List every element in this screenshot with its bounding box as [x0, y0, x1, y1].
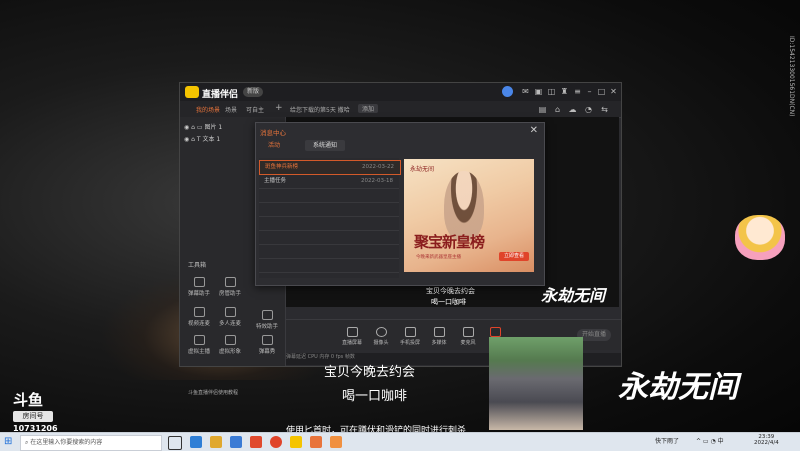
app-red-icon[interactable]: [250, 436, 262, 448]
tab-custom[interactable]: 可自主: [246, 105, 264, 114]
lock-icon[interactable]: ⌂: [553, 105, 562, 114]
clock[interactable]: 23:39 2022/4/4: [754, 434, 779, 446]
game-logo-preview: 永劫无间: [541, 286, 606, 305]
tab-my-scenes[interactable]: 我的场景: [196, 105, 220, 114]
preview-subtitle-1: 宝贝今晚去约会: [426, 287, 475, 295]
tool-virtual-anchor[interactable]: 虚拟主播: [186, 335, 212, 357]
file-explorer-icon[interactable]: [210, 436, 222, 448]
mail-icon[interactable]: ✉: [521, 87, 530, 96]
list-item[interactable]: 主播任务 2022-03-18: [259, 175, 399, 189]
add-scene-button[interactable]: +: [275, 103, 283, 113]
list-item: [259, 245, 399, 259]
tool-room-manager[interactable]: 房管助手: [217, 277, 243, 299]
scene-add-button[interactable]: 添加: [358, 104, 379, 113]
search-icon: ⌕: [25, 439, 29, 446]
subtitle-line-2: 喝一口咖啡: [342, 389, 408, 404]
control-media[interactable]: 多媒体: [429, 327, 449, 346]
tool-danmu-show[interactable]: 弹幕秀: [254, 335, 280, 357]
subtitle-line-1: 宝贝今晚去约会: [324, 365, 416, 380]
tool-danmu-helper[interactable]: 弹幕助手: [186, 277, 212, 299]
control-phone[interactable]: 手机投屏: [400, 327, 420, 346]
control-mic[interactable]: 麦克风: [458, 327, 478, 346]
layout-icon[interactable]: ▤: [538, 105, 547, 114]
clock-date: 2022/4/4: [754, 440, 779, 446]
close-icon[interactable]: ✕: [609, 87, 618, 96]
windows-start-icon[interactable]: ⊞: [4, 437, 14, 447]
banner-view-button[interactable]: 立即查看: [499, 252, 529, 261]
close-icon[interactable]: ✕: [530, 125, 538, 136]
control-screen[interactable]: 直播屏幕: [342, 327, 362, 346]
douyu-room-badge: 斗鱼 房间号 10731206: [13, 389, 58, 435]
share-icon[interactable]: ⇆: [600, 105, 609, 114]
edge-browser-icon[interactable]: [190, 436, 202, 448]
store-icon[interactable]: [230, 436, 242, 448]
cloud-icon[interactable]: ☁: [568, 105, 577, 114]
scene-row[interactable]: ◉ ⌂ T 文本 1: [184, 134, 220, 143]
tutorial-link[interactable]: 斗鱼直播伴侣使用教程: [188, 389, 238, 396]
cat-photo-overlay: [489, 337, 583, 430]
scene-tab-note: 给您下载的第5天 撒哈: [290, 107, 350, 114]
app-folder-icon[interactable]: [330, 436, 342, 448]
app-orange-icon[interactable]: [310, 436, 322, 448]
list-item[interactable]: 斑鱼神兵新榜 2022-03-22: [259, 160, 401, 175]
minimize-icon[interactable]: –: [585, 87, 594, 96]
windows-taskbar: ⊞ ⌕ 在这里输入你要搜索的内容 快下雨了 ^ ▭ ◔ 中 23:39 2022…: [0, 432, 800, 451]
notify-icon[interactable]: ◫: [547, 87, 556, 96]
game-logo-overlay: 永劫无间: [618, 370, 738, 405]
room-label: 房间号: [13, 411, 53, 422]
bell-icon[interactable]: ◔: [584, 105, 593, 114]
tab-scenes[interactable]: 场景: [225, 105, 237, 114]
list-item: [259, 189, 399, 203]
scene-tab-bar: 我的场景 场景 可自主 + 给您下载的第5天 撒哈 添加 ▤ ⌂ ☁ ◔ ⇆: [180, 101, 621, 118]
message-center-dialog: 消息中心 ✕ 活动 系统通知 斑鱼神兵新榜 2022-03-22 主播任务 2022…: [255, 122, 545, 286]
app-circle-icon[interactable]: [270, 436, 282, 448]
app-logo-icon: [185, 86, 199, 98]
gift-icon[interactable]: ▣: [534, 87, 543, 96]
preview-subtitle-2: 喝一口咖啡: [431, 298, 466, 306]
maximize-icon[interactable]: □: [597, 87, 606, 96]
tool-multi-link[interactable]: 多人连麦: [217, 307, 243, 329]
tool-virtual-avatar[interactable]: 虚拟形象: [217, 335, 243, 357]
control-camera[interactable]: 摄像头: [371, 327, 391, 346]
stream-id-vertical: ID:1542133001561DN(CN): [788, 36, 795, 117]
douyu-logo: 斗鱼: [13, 391, 44, 409]
tool-effects[interactable]: 特效助手: [254, 310, 280, 332]
weather-text[interactable]: 快下雨了: [655, 436, 679, 445]
message-list: 斑鱼神兵新榜 2022-03-22 主播任务 2022-03-18: [259, 158, 401, 278]
tab-activity[interactable]: 活动: [260, 140, 288, 151]
avatar[interactable]: [502, 86, 513, 97]
tool-video-link[interactable]: 视频连麦: [186, 307, 212, 329]
tab-system-notice[interactable]: 系统通知: [305, 140, 346, 151]
list-item: [259, 203, 399, 217]
toolbox-title: 工具箱: [188, 262, 207, 269]
search-input[interactable]: ⌕ 在这里输入你要搜索的内容: [20, 435, 162, 451]
tray-icons[interactable]: ^ ▭ ◔ 中: [696, 436, 724, 445]
list-item: [259, 231, 399, 245]
event-banner-image[interactable]: 永劫无间 聚宝新皇榜 今晚来新武器皇座主播 立即查看: [404, 159, 534, 272]
shirt-icon[interactable]: ♜: [560, 87, 569, 96]
live-companion-taskbar-icon[interactable]: [290, 436, 302, 448]
banner-headline: 聚宝新皇榜: [414, 233, 485, 251]
menu-icon[interactable]: ≡: [573, 87, 582, 96]
list-item: [259, 217, 399, 231]
banner-game-logo: 永劫无间: [410, 166, 435, 173]
version-badge[interactable]: 新版: [243, 87, 264, 97]
dialog-title: 消息中心: [260, 129, 286, 137]
scene-row[interactable]: ◉ ⌂ ▭ 图片 1: [184, 122, 222, 131]
list-item: [259, 259, 399, 273]
app-title: 直播伴侣: [202, 90, 239, 100]
anime-girl-sticker: [735, 215, 785, 260]
title-bar: 直播伴侣 新版 ✉ ▣ ◫ ♜ ≡ – □ ✕: [180, 83, 621, 101]
task-view-icon[interactable]: [168, 436, 182, 450]
banner-subtext: 今晚来新武器皇座主播: [416, 255, 461, 260]
